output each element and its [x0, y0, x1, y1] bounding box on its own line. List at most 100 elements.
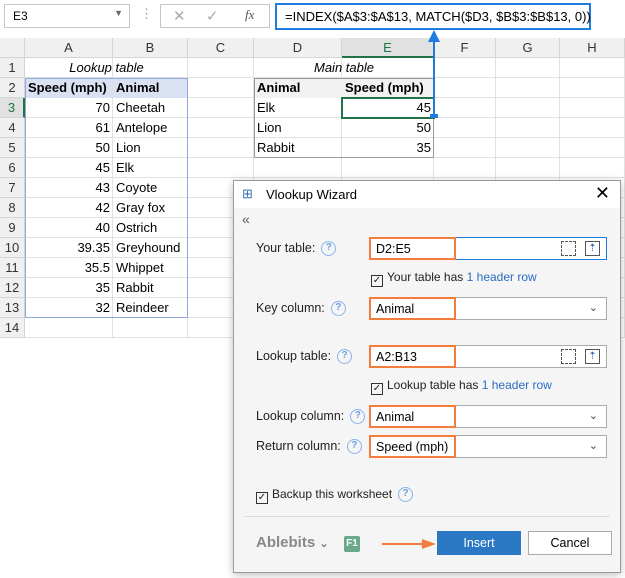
- row-header-14[interactable]: 14: [0, 318, 25, 338]
- row-header-11[interactable]: 11: [0, 258, 25, 278]
- row-header-10[interactable]: 10: [0, 238, 25, 258]
- cell[interactable]: [560, 158, 625, 178]
- expand-selection-icon[interactable]: [561, 241, 576, 256]
- select-range-icon[interactable]: ⇡: [585, 241, 600, 256]
- header-rows-link[interactable]: 1 header row: [482, 378, 552, 392]
- enter-icon[interactable]: ✓: [206, 7, 219, 25]
- row-header-8[interactable]: 8: [0, 198, 25, 218]
- column-header-E[interactable]: E: [342, 38, 434, 58]
- cell[interactable]: [496, 78, 560, 98]
- cancel-button[interactable]: Cancel: [528, 531, 612, 555]
- cell[interactable]: [25, 318, 113, 338]
- name-box[interactable]: E3 ▼: [4, 4, 130, 28]
- row-header-6[interactable]: 6: [0, 158, 25, 178]
- cell[interactable]: [113, 318, 188, 338]
- help-icon[interactable]: ?: [350, 409, 366, 425]
- checkbox[interactable]: ✓: [371, 275, 383, 287]
- chevron-down-icon[interactable]: ▼: [114, 8, 123, 18]
- speed-cell[interactable]: 61: [25, 118, 113, 138]
- animal-cell[interactable]: Lion: [113, 138, 188, 158]
- speed-cell[interactable]: 35.5: [25, 258, 113, 278]
- animal-cell[interactable]: Rabbit: [113, 278, 188, 298]
- column-header-B[interactable]: B: [113, 38, 188, 58]
- cell[interactable]: [496, 158, 560, 178]
- animal-cell[interactable]: Lion: [254, 118, 342, 138]
- cell[interactable]: [496, 138, 560, 158]
- help-icon[interactable]: ?: [321, 241, 337, 257]
- row-header-13[interactable]: 13: [0, 298, 25, 318]
- speed-cell[interactable]: 40: [25, 218, 113, 238]
- key-column-select[interactable]: Animal ⌄: [369, 297, 607, 320]
- header-rows-link[interactable]: 1 header row: [467, 270, 537, 284]
- cell[interactable]: [188, 118, 254, 138]
- speed-cell[interactable]: 70: [25, 98, 113, 118]
- speed-cell[interactable]: 35: [342, 138, 434, 158]
- animal-cell[interactable]: Antelope: [113, 118, 188, 138]
- cell[interactable]: [560, 98, 625, 118]
- speed-cell[interactable]: 45: [25, 158, 113, 178]
- your-table-input[interactable]: D2:E5 ⇡: [369, 237, 607, 260]
- checkbox[interactable]: ✓: [371, 383, 383, 395]
- column-header-C[interactable]: C: [188, 38, 254, 58]
- speed-cell[interactable]: 50: [342, 118, 434, 138]
- formula-input[interactable]: =INDEX($A$3:$A$13, MATCH($D3, $B$3:$B$13…: [275, 3, 591, 30]
- cell[interactable]: [434, 158, 496, 178]
- row-header-7[interactable]: 7: [0, 178, 25, 198]
- header-speed[interactable]: Speed (mph): [342, 78, 434, 98]
- insert-button[interactable]: Insert: [437, 531, 521, 555]
- cell[interactable]: [496, 118, 560, 138]
- chevron-down-icon[interactable]: ⌄: [589, 439, 598, 452]
- cell[interactable]: [188, 158, 254, 178]
- animal-cell[interactable]: Rabbit: [254, 138, 342, 158]
- cancel-icon[interactable]: ✕: [173, 7, 186, 25]
- close-icon[interactable]: ✕: [595, 183, 610, 204]
- animal-cell[interactable]: Ostrich: [113, 218, 188, 238]
- select-all-corner[interactable]: [0, 38, 25, 58]
- ablebits-menu[interactable]: Ablebits ⌄: [256, 534, 329, 551]
- cell[interactable]: [560, 58, 625, 78]
- cell[interactable]: [560, 78, 625, 98]
- row-header-2[interactable]: 2: [0, 78, 25, 98]
- help-icon[interactable]: ?: [330, 301, 346, 317]
- animal-cell[interactable]: Greyhound: [113, 238, 188, 258]
- row-header-1[interactable]: 1: [0, 58, 25, 78]
- cell[interactable]: [560, 118, 625, 138]
- animal-cell[interactable]: Elk: [113, 158, 188, 178]
- help-icon[interactable]: ?: [337, 349, 353, 365]
- row-header-4[interactable]: 4: [0, 118, 25, 138]
- speed-cell[interactable]: 32: [25, 298, 113, 318]
- speed-cell[interactable]: 35: [25, 278, 113, 298]
- row-header-12[interactable]: 12: [0, 278, 25, 298]
- column-header-D[interactable]: D: [254, 38, 342, 58]
- your-table-header-checkbox[interactable]: ✓ Your table has 1 header row: [371, 270, 537, 287]
- speed-cell[interactable]: 39.35: [25, 238, 113, 258]
- chevron-down-icon[interactable]: ⌄: [589, 301, 598, 314]
- lookup-table-input[interactable]: A2:B13 ⇡: [369, 345, 607, 368]
- cell[interactable]: [188, 78, 254, 98]
- column-header-A[interactable]: A: [25, 38, 113, 58]
- cell[interactable]: [560, 138, 625, 158]
- cell[interactable]: [188, 98, 254, 118]
- speed-cell[interactable]: 42: [25, 198, 113, 218]
- header-speed[interactable]: Speed (mph): [25, 78, 113, 98]
- chevron-down-icon[interactable]: ⌄: [589, 409, 598, 422]
- cell[interactable]: [254, 158, 342, 178]
- column-header-H[interactable]: H: [560, 38, 625, 58]
- animal-cell[interactable]: Whippet: [113, 258, 188, 278]
- cell[interactable]: [496, 98, 560, 118]
- backup-checkbox[interactable]: ✓ Backup this worksheet?: [256, 487, 414, 504]
- help-f1-icon[interactable]: F1: [344, 536, 360, 552]
- cell[interactable]: [188, 138, 254, 158]
- insert-function-icon[interactable]: fx: [245, 7, 254, 23]
- select-range-icon[interactable]: ⇡: [585, 349, 600, 364]
- speed-cell[interactable]: 45: [342, 98, 434, 118]
- animal-cell[interactable]: Reindeer: [113, 298, 188, 318]
- return-column-select[interactable]: Speed (mph) ⌄: [369, 435, 607, 458]
- row-header-3[interactable]: 3: [0, 98, 25, 118]
- row-header-5[interactable]: 5: [0, 138, 25, 158]
- collapse-icon[interactable]: «: [242, 211, 250, 227]
- animal-cell[interactable]: Cheetah: [113, 98, 188, 118]
- animal-cell[interactable]: Elk: [254, 98, 342, 118]
- help-icon[interactable]: ?: [346, 439, 362, 455]
- animal-cell[interactable]: Coyote: [113, 178, 188, 198]
